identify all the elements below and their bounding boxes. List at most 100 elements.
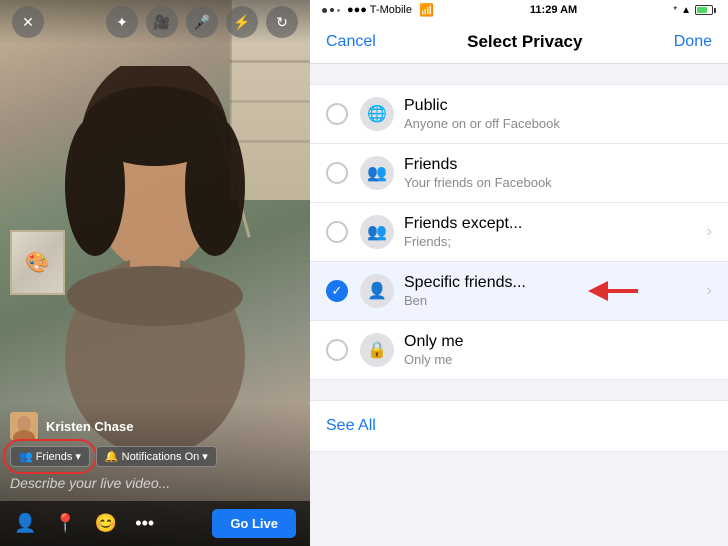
toolbar-icons: ✦ 🎥 🎤 ⚡ ↻ (106, 6, 298, 38)
see-all-button[interactable]: See All (310, 400, 728, 452)
bg-stair-3 (230, 60, 310, 63)
specific-friends-desc: Ben (404, 293, 703, 308)
specific-friends-icon: 👤 (367, 281, 387, 301)
signal-dot-3 (337, 9, 340, 12)
camera-switch-button[interactable]: 🎥 (146, 6, 178, 38)
top-toolbar: ✕ ✦ 🎥 🎤 ⚡ ↻ (0, 0, 310, 44)
privacy-item-only-me[interactable]: 🔒 Only me Only me (310, 321, 728, 380)
privacy-item-friends-except[interactable]: 👥 Friends except... Friends; › (310, 203, 728, 262)
cancel-button[interactable]: Cancel (326, 33, 376, 51)
user-name: Kristen Chase (46, 419, 133, 434)
carrier-name: ●●● T-Mobile (347, 4, 412, 16)
friends-except-desc: Friends; (404, 234, 707, 249)
radio-friends-except (326, 221, 348, 243)
flash-icon: ⚡ (233, 14, 250, 31)
status-carrier: ●●● T-Mobile 📶 (322, 3, 434, 17)
status-time: 11:29 AM (530, 4, 577, 16)
mic-button[interactable]: 🎤 (186, 6, 218, 38)
friends-except-icon: 👥 (367, 222, 387, 242)
specific-friends-name: Specific friends... (404, 274, 703, 292)
close-icon: ✕ (22, 14, 34, 31)
more-button[interactable]: ↻ (266, 6, 298, 38)
friends-except-icon-container: 👥 (360, 215, 394, 249)
more-icon: ↻ (276, 14, 288, 31)
notifications-button[interactable]: 🔔 Notifications On ▾ (96, 446, 217, 467)
friends-people-icon: 👥 (367, 163, 387, 183)
friends-except-name: Friends except... (404, 215, 707, 233)
emoji-icon[interactable]: 😊 (95, 513, 117, 534)
describe-placeholder[interactable]: Describe your live video... (10, 475, 300, 491)
bottom-icons: 👤 📍 😊 ••• (14, 513, 154, 534)
camera-icon: 🎥 (153, 14, 170, 31)
friends-name: Friends (404, 156, 712, 174)
friends-text: Friends Your friends on Facebook (404, 156, 712, 190)
camera-panel: 🎨 ✕ ✦ (0, 0, 310, 546)
globe-icon: 🌐 (367, 104, 387, 124)
wifi-icon: 📶 (419, 3, 434, 17)
bluetooth-icon: * (673, 5, 677, 16)
friends-desc: Your friends on Facebook (404, 175, 712, 190)
privacy-list: 🌐 Public Anyone on or off Facebook 👥 Fri… (310, 64, 728, 546)
privacy-item-public[interactable]: 🌐 Public Anyone on or off Facebook (310, 84, 728, 144)
specific-friends-text: Specific friends... Ben (404, 274, 703, 308)
chevron-right-icon: › (707, 223, 712, 241)
bottom-bar: 👤 📍 😊 ••• Go Live (0, 501, 310, 546)
status-bar: ●●● T-Mobile 📶 11:29 AM * ▲ (310, 0, 728, 20)
arrow-shaft (608, 289, 638, 293)
effects-button[interactable]: ✦ (106, 6, 138, 38)
status-icons: * ▲ (673, 5, 716, 16)
only-me-text: Only me Only me (404, 333, 712, 367)
public-desc: Anyone on or off Facebook (404, 116, 712, 131)
nav-bar: Cancel Select Privacy Done (310, 20, 728, 64)
close-button[interactable]: ✕ (12, 6, 44, 38)
done-button[interactable]: Done (674, 33, 712, 51)
bottom-overlay: Kristen Chase 👥 Friends ▾ 🔔 Notification… (0, 402, 310, 546)
arrow-head (588, 281, 608, 301)
notifications-dropdown-icon: ▾ (202, 450, 208, 463)
battery-body (695, 5, 713, 15)
radio-friends (326, 162, 348, 184)
checkmark-icon: ✓ (332, 283, 343, 299)
signal-bars-icon: ▲ (681, 5, 691, 16)
user-info: Kristen Chase (10, 412, 300, 440)
privacy-controls: 👥 Friends ▾ 🔔 Notifications On ▾ (10, 446, 300, 467)
public-icon-container: 🌐 (360, 97, 394, 131)
radio-public (326, 103, 348, 125)
privacy-item-specific-friends[interactable]: ✓ 👤 Specific friends... Ben › (310, 262, 728, 321)
specific-chevron-right-icon: › (707, 282, 712, 300)
friends-privacy-button[interactable]: 👥 Friends ▾ (10, 446, 90, 467)
privacy-item-friends[interactable]: 👥 Friends Your friends on Facebook (310, 144, 728, 203)
nav-title: Select Privacy (467, 32, 582, 52)
specific-friends-icon-container: 👤 (360, 274, 394, 308)
location-icon[interactable]: 📍 (54, 513, 76, 534)
radio-only-me (326, 339, 348, 361)
avatar (10, 412, 38, 440)
camera-view: 🎨 ✕ ✦ (0, 0, 310, 546)
only-me-icon-container: 🔒 (360, 333, 394, 367)
lock-icon: 🔒 (367, 340, 387, 360)
flash-button[interactable]: ⚡ (226, 6, 258, 38)
battery-fill (697, 7, 707, 13)
only-me-name: Only me (404, 333, 712, 351)
mic-icon: 🎤 (193, 14, 210, 31)
notifications-label: Notifications On (122, 451, 200, 463)
friends-except-text: Friends except... Friends; (404, 215, 707, 249)
battery-icon (695, 5, 716, 15)
notifications-icon: 🔔 (105, 450, 119, 463)
effects-icon: ✦ (116, 14, 128, 31)
go-live-button[interactable]: Go Live (212, 509, 296, 538)
privacy-panel: ●●● T-Mobile 📶 11:29 AM * ▲ Cancel Selec… (310, 0, 728, 546)
only-me-desc: Only me (404, 352, 712, 367)
add-friend-icon[interactable]: 👤 (14, 513, 36, 534)
friends-dropdown-icon: ▾ (75, 450, 81, 463)
friends-icon-container: 👥 (360, 156, 394, 190)
public-text: Public Anyone on or off Facebook (404, 97, 712, 131)
friends-label: Friends (36, 451, 73, 463)
public-name: Public (404, 97, 712, 115)
friends-icon: 👥 (19, 450, 33, 463)
more-options-icon[interactable]: ••• (135, 513, 154, 534)
signal-dot-1 (322, 8, 327, 13)
red-arrow (588, 281, 638, 301)
radio-specific-friends: ✓ (326, 280, 348, 302)
signal-dot-2 (330, 8, 334, 12)
